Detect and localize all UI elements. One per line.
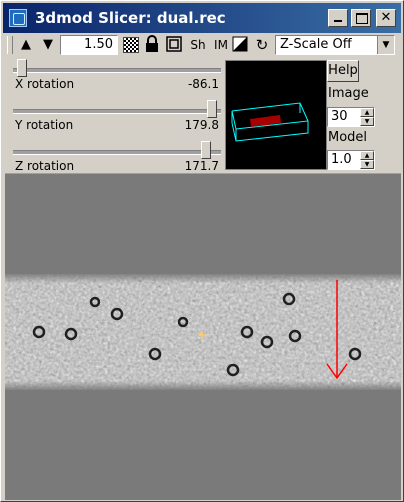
- image-mode-button[interactable]: IM: [211, 35, 231, 55]
- x-rotation-track[interactable]: [13, 68, 221, 73]
- minimize-button[interactable]: [328, 9, 348, 27]
- zoom-input[interactable]: 1.50: [60, 35, 118, 55]
- spin-down-icon[interactable]: ▼: [360, 117, 374, 126]
- filter-toggle-icon[interactable]: [123, 37, 139, 53]
- show-slice-button[interactable]: Sh: [187, 35, 209, 55]
- help-button[interactable]: Help: [327, 60, 359, 82]
- center-icon[interactable]: [165, 35, 183, 55]
- app-icon[interactable]: [9, 9, 27, 27]
- z-rotation-value: 171.7: [184, 159, 219, 173]
- toolbar-grip[interactable]: [7, 36, 13, 54]
- y-rotation-value: 179.8: [184, 118, 219, 132]
- y-rotation-label: Y rotation: [15, 118, 74, 132]
- spin-up-icon[interactable]: ▲: [360, 151, 374, 160]
- z-rotation-label: Z rotation: [15, 159, 75, 173]
- control-panel: X rotation -86.1 Y rotation 179.8 Z rota…: [5, 57, 401, 173]
- x-rotation-value: -86.1: [187, 77, 219, 91]
- model-label: Model: [328, 130, 368, 145]
- lock-icon[interactable]: [143, 35, 161, 55]
- tomogram-slice-image: [5, 274, 401, 390]
- x-rotation-label: X rotation: [15, 77, 75, 91]
- title-bar[interactable]: 3dmod Slicer: dual.rec ✕: [3, 3, 401, 33]
- zoom-up-icon[interactable]: ▲: [17, 35, 35, 55]
- close-button[interactable]: ✕: [376, 9, 396, 27]
- contrast-icon[interactable]: [231, 35, 249, 55]
- spin-up-icon[interactable]: ▲: [360, 108, 374, 117]
- slice-viewport[interactable]: [5, 173, 401, 500]
- spin-down-icon[interactable]: ▼: [360, 160, 374, 169]
- x-rotation-thumb[interactable]: [16, 59, 27, 77]
- z-scale-value: Z-Scale Off: [280, 37, 352, 52]
- model-spinbox[interactable]: 1.0 ▲ ▼: [327, 150, 375, 170]
- slicer-window: 3dmod Slicer: dual.rec ✕ ▲ ▼ 1.50 Sh IM …: [0, 0, 404, 502]
- window-title: 3dmod Slicer: dual.rec: [35, 9, 226, 27]
- z-scale-select[interactable]: Z-Scale Off ▼: [275, 35, 395, 55]
- maximize-button[interactable]: [351, 9, 371, 27]
- x-rotation-slider-group: X rotation -86.1: [11, 59, 223, 99]
- zoom-down-icon[interactable]: ▼: [39, 35, 57, 55]
- image-spinbox[interactable]: 30 ▲ ▼: [327, 107, 375, 127]
- slice-slab: [250, 115, 281, 127]
- image-spin-value: 30: [331, 109, 348, 124]
- toolbar: ▲ ▼ 1.50 Sh IM ↻ Z-Scale Off ▼: [3, 33, 401, 57]
- y-rotation-thumb[interactable]: [207, 100, 218, 118]
- chevron-down-icon[interactable]: ▼: [377, 36, 394, 54]
- orientation-view[interactable]: [225, 60, 327, 170]
- image-label: Image: [328, 86, 369, 101]
- z-rotation-thumb[interactable]: [201, 141, 212, 159]
- model-spin-value: 1.0: [331, 152, 352, 167]
- y-rotation-track[interactable]: [13, 109, 221, 114]
- y-rotation-slider-group: Y rotation 179.8: [11, 100, 223, 140]
- z-rotation-track[interactable]: [13, 150, 221, 155]
- refresh-icon[interactable]: ↻: [253, 35, 271, 55]
